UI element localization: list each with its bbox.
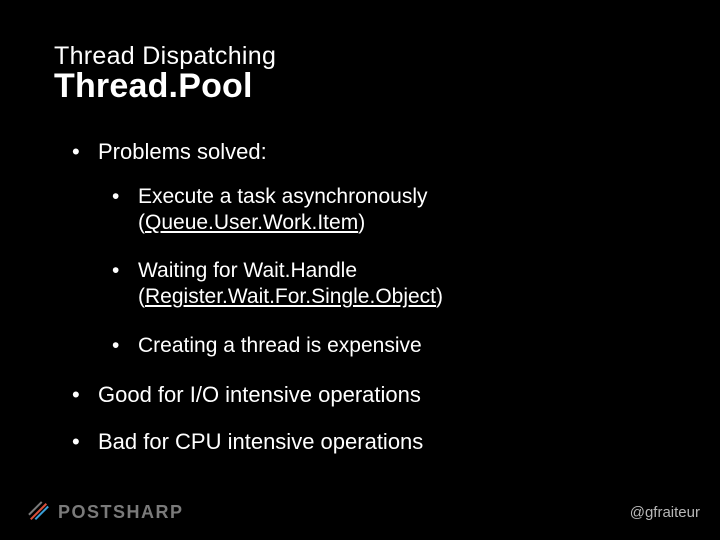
list-item: Waiting for Wait.Handle (Register.Wait.F… (112, 258, 666, 311)
bullet-text: Execute a task asynchronously (138, 185, 428, 208)
slide: Thread Dispatching Thread.Pool Problems … (0, 0, 720, 540)
bullet-text: Good for I/O intensive operations (98, 382, 421, 407)
list-item: Good for I/O intensive operations (72, 381, 666, 409)
underlined-code: Register.Wait.For.Single.Object (145, 285, 436, 308)
footer: POSTSHARP @gfraiteur (0, 496, 720, 528)
bullet-text: Problems solved: (98, 139, 267, 164)
bullet-sublist: Execute a task asynchronously (Queue.Use… (98, 184, 666, 359)
brand-text: POSTSHARP (58, 502, 184, 523)
list-item: Creating a thread is expensive (112, 333, 666, 359)
list-item: Bad for CPU intensive operations (72, 428, 666, 456)
slide-title: Thread.Pool (54, 67, 666, 106)
brand-logo: POSTSHARP (28, 501, 184, 523)
bullet-text: Creating a thread is expensive (138, 334, 422, 357)
list-item: Problems solved: Execute a task asynchro… (72, 138, 666, 359)
author-handle: @gfraiteur (630, 504, 700, 521)
list-item: Execute a task asynchronously (Queue.Use… (112, 184, 666, 237)
postsharp-mark-icon (28, 501, 50, 523)
underlined-code: Queue.User.Work.Item (145, 211, 358, 234)
bullet-text: Bad for CPU intensive operations (98, 429, 423, 454)
bullet-text: Waiting for Wait.Handle (138, 259, 357, 282)
bullet-list: Problems solved: Execute a task asynchro… (54, 138, 666, 456)
